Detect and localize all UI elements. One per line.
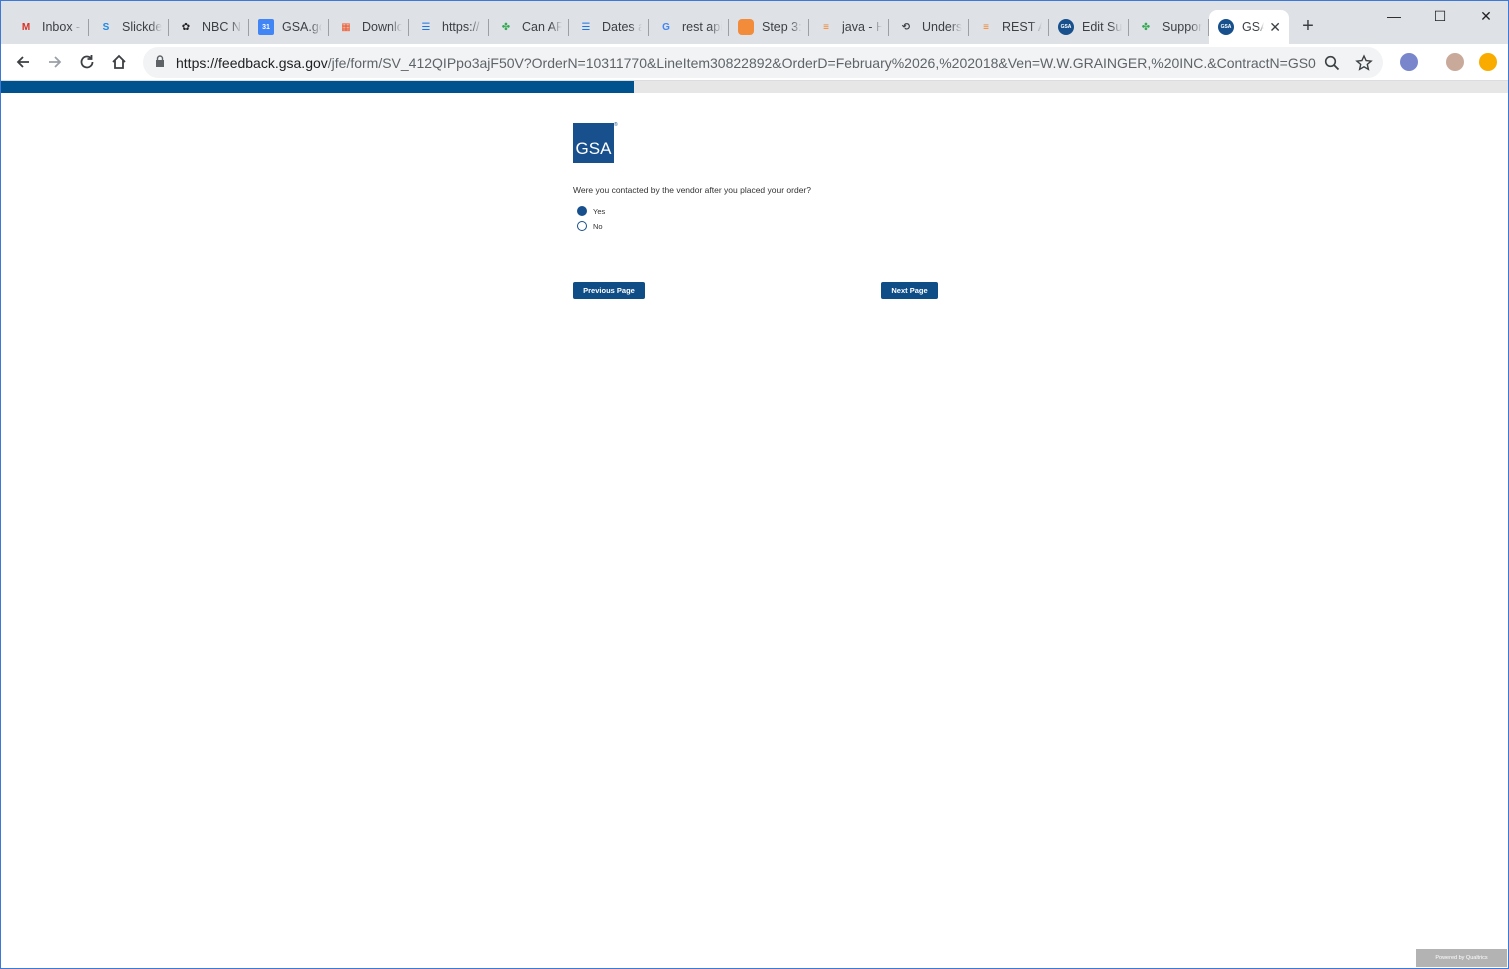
tab-title: https://	[442, 20, 480, 34]
tab-title: Inbox -	[42, 20, 81, 34]
browser-tab[interactable]: GSA GSA ✕	[1209, 10, 1289, 44]
forward-button[interactable]	[43, 50, 67, 74]
stackoverflow-icon: ≡	[823, 21, 829, 33]
back-button[interactable]	[11, 50, 35, 74]
home-button[interactable]	[107, 50, 131, 74]
google-icon: G	[662, 21, 670, 33]
survey-question: Were you contacted by the vendor after y…	[573, 185, 811, 195]
reader-icon: ☰	[421, 21, 431, 33]
browser-tab[interactable]: ≡ java - H	[809, 10, 889, 44]
tab-list: M Inbox - S Slickdeals ✿ NBC News 31 GSA.gov ▦ Do…	[9, 10, 1289, 44]
reload-button[interactable]	[75, 50, 99, 74]
gsa-icon: GSA	[1058, 19, 1074, 35]
home-icon	[112, 54, 126, 69]
url-path: /jfe/form/SV_412QIPpo3ajF50V?OrderN=1031…	[327, 55, 1316, 71]
tab-title: GSA.gov	[282, 20, 322, 34]
browser-tab[interactable]: Grest api	[649, 10, 729, 44]
next-page-button[interactable]: Next Page	[881, 282, 938, 299]
tab-title: Edit Su	[1082, 20, 1122, 34]
gsa-logo: GSA	[573, 123, 614, 163]
browser-tab[interactable]: ✿ NBC News	[169, 10, 249, 44]
update-icon[interactable]	[1479, 53, 1497, 71]
browser-tab[interactable]: ☰ Dates a	[569, 10, 649, 44]
tab-title: Step 3:	[762, 20, 802, 34]
radio-no[interactable]	[577, 221, 587, 231]
back-arrow-icon	[16, 56, 29, 68]
extension-icon[interactable]	[1400, 53, 1418, 71]
browser-tab[interactable]: ≡ REST API	[969, 10, 1049, 44]
minimize-button[interactable]: —	[1379, 5, 1409, 27]
browser-tab[interactable]: GSA Edit Su	[1049, 10, 1129, 44]
choice-yes[interactable]: Yes	[577, 205, 605, 217]
radio-yes[interactable]	[577, 206, 587, 216]
url-text: https://feedback.gsa.gov/jfe/form/SV_412…	[176, 55, 1316, 71]
close-tab-icon[interactable]: ✕	[1269, 19, 1281, 36]
gsa-icon: GSA	[1218, 19, 1234, 35]
zoom-icon[interactable]	[1323, 54, 1341, 72]
browser-tab[interactable]: ⟲ Understand	[889, 10, 969, 44]
new-tab-button[interactable]: +	[1297, 15, 1319, 37]
choice-no[interactable]: No	[577, 220, 603, 232]
address-bar[interactable]: https://feedback.gsa.gov/jfe/form/SV_412…	[143, 47, 1383, 78]
tab-title: Slickdeals	[122, 20, 162, 34]
tab-title: rest api	[682, 20, 722, 34]
tab-title: Understand	[922, 20, 962, 34]
tab-title: Download	[362, 20, 402, 34]
nbc-icon: ✿	[181, 21, 191, 33]
browser-tab[interactable]: ✤ Can API	[489, 10, 569, 44]
browser-tab[interactable]: M Inbox -	[9, 10, 89, 44]
stackoverflow-icon: ≡	[983, 21, 989, 33]
tab-title: Can API	[522, 20, 562, 34]
gmail-icon: M	[21, 21, 31, 33]
tab-strip: M Inbox - S Slickdeals ✿ NBC News 31 GSA.gov ▦ Do…	[1, 1, 1508, 44]
browser-tab[interactable]: Step 3:	[729, 10, 809, 44]
maximize-button[interactable]: ☐	[1425, 5, 1455, 27]
tab-title: NBC News	[202, 20, 242, 34]
gsa-logo-trademark: ®	[614, 122, 618, 128]
browser-tab[interactable]: ▦ Download	[329, 10, 409, 44]
previous-page-button[interactable]: Previous Page	[573, 282, 645, 299]
bookmark-star-icon[interactable]	[1355, 54, 1373, 72]
profile-avatar[interactable]	[1446, 53, 1464, 71]
browser-tab[interactable]: 31 GSA.gov	[249, 10, 329, 44]
microsoft-icon: ▦	[341, 21, 351, 33]
reload-icon	[80, 55, 94, 69]
slickdeals-icon: S	[102, 21, 110, 33]
survey-progress-fill	[1, 81, 634, 93]
reader-icon: ☰	[581, 21, 591, 33]
link-icon: ⟲	[901, 21, 911, 33]
lock-icon	[156, 55, 164, 67]
tab-title: Dates a	[602, 20, 642, 34]
tab-title: Support	[1162, 20, 1202, 34]
browser-tab[interactable]: ☰ https://	[409, 10, 489, 44]
dots-icon: ✤	[1141, 21, 1151, 33]
tab-title: java - H	[842, 20, 882, 34]
browser-window: M Inbox - S Slickdeals ✿ NBC News 31 GSA.gov ▦ Do…	[0, 0, 1509, 969]
choice-yes-label: Yes	[593, 206, 606, 216]
tab-title: REST API	[1002, 20, 1042, 34]
calendar-icon: 31	[258, 19, 274, 35]
url-host: https://feedback.gsa.gov	[176, 55, 328, 71]
tab-title: GSA	[1242, 20, 1264, 34]
survey-progress-bar	[1, 81, 1508, 93]
browser-tab[interactable]: ✤ Support	[1129, 10, 1209, 44]
choice-no-label: No	[593, 221, 603, 231]
orange-square-icon	[738, 19, 754, 35]
powered-by-badge[interactable]: Powered by Qualtrics	[1416, 949, 1507, 967]
browser-toolbar: https://feedback.gsa.gov/jfe/form/SV_412…	[1, 44, 1508, 81]
browser-tab[interactable]: S Slickdeals	[89, 10, 169, 44]
dots-icon: ✤	[501, 21, 511, 33]
forward-arrow-icon	[49, 56, 62, 68]
close-window-button[interactable]: ✕	[1471, 5, 1501, 27]
